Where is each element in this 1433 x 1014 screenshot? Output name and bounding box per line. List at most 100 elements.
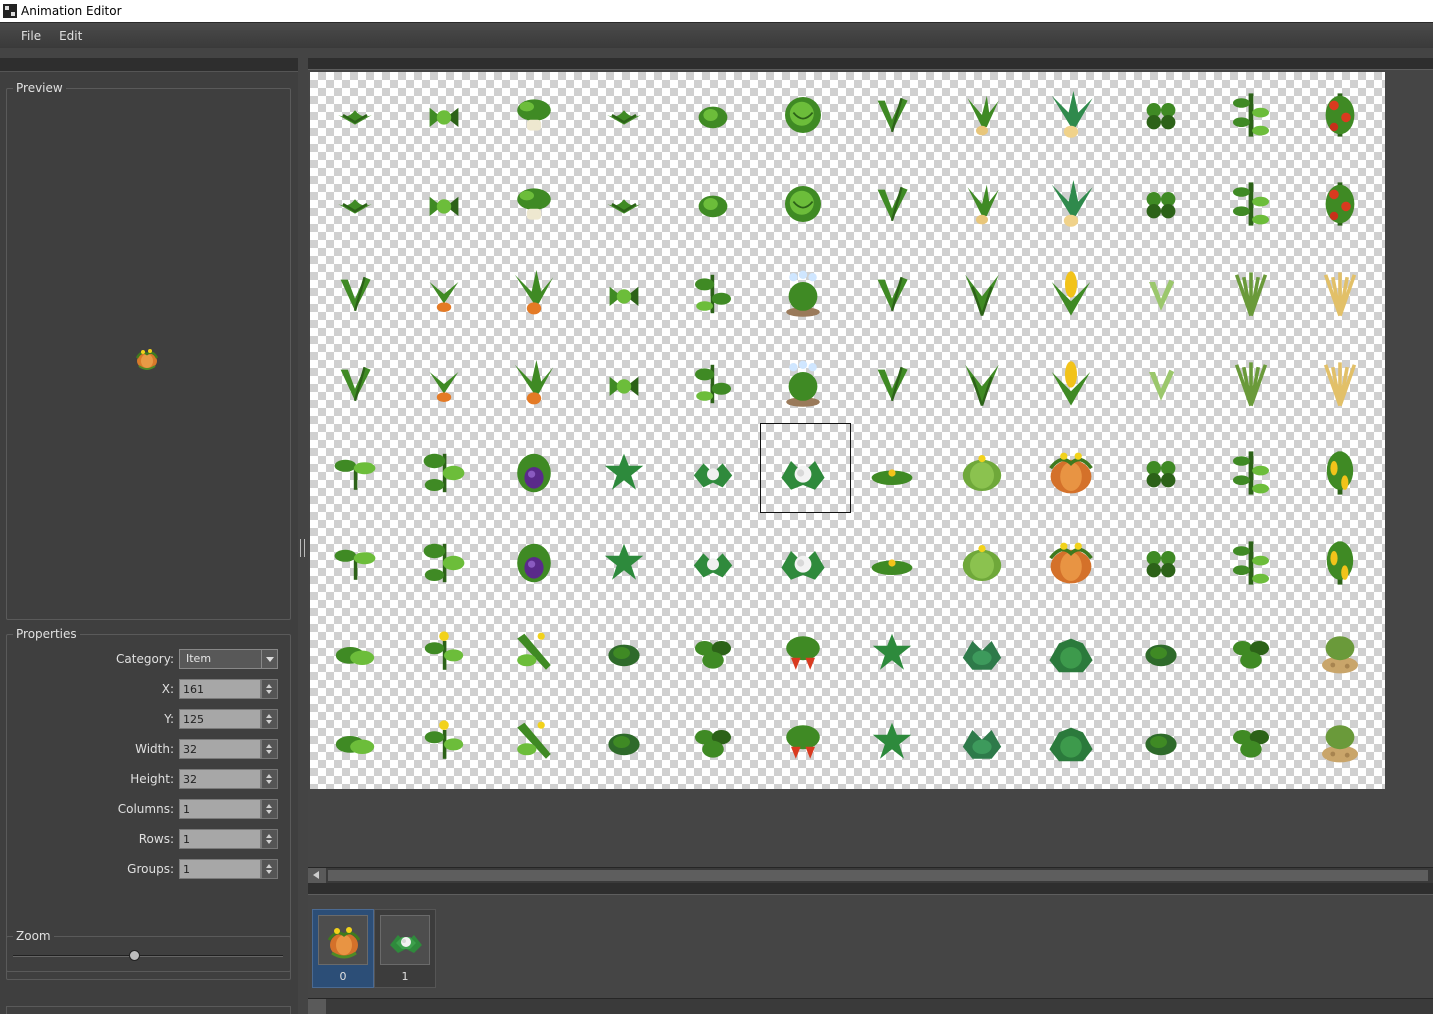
scrollbar-thumb[interactable] [328, 870, 1428, 881]
cauliflower-small-sprite-icon[interactable] [689, 449, 737, 497]
wheat-sprite-icon[interactable] [1316, 270, 1364, 318]
pumpkin-sprite-icon[interactable] [1047, 449, 1095, 497]
zoom-slider-handle[interactable] [129, 950, 140, 961]
frames-scrollbar[interactable] [308, 998, 1433, 1014]
flat-flower-sprite-icon[interactable] [868, 539, 916, 587]
width-input[interactable] [179, 739, 261, 759]
flower-plant-sprite-icon[interactable] [420, 629, 468, 677]
potato-sprite-icon[interactable] [1316, 718, 1364, 766]
seedling-sprite-icon[interactable] [331, 539, 379, 587]
spin-down-icon[interactable] [266, 870, 272, 874]
spin-up-icon[interactable] [266, 774, 272, 778]
spin-up-icon[interactable] [266, 684, 272, 688]
v-sprout-sprite-icon[interactable] [868, 91, 916, 139]
spin-down-icon[interactable] [266, 780, 272, 784]
splitter-grip-icon[interactable] [300, 539, 305, 557]
wheat-sprite-icon[interactable] [1316, 360, 1364, 408]
width-spinner[interactable] [261, 739, 278, 759]
corn-sprite-icon[interactable] [1047, 270, 1095, 318]
bush-small-sprite-icon[interactable] [600, 718, 648, 766]
frame-item-1[interactable]: 1 [374, 909, 436, 988]
pepper-sprite-icon[interactable] [1316, 539, 1364, 587]
v-sprout-pale-sprite-icon[interactable] [1137, 270, 1185, 318]
lettuce-sprite-icon[interactable] [958, 629, 1006, 677]
melon-sprite-icon[interactable] [958, 539, 1006, 587]
leafy-sprite-icon[interactable] [600, 270, 648, 318]
spin-down-icon[interactable] [266, 840, 272, 844]
clover-sprite-icon[interactable] [1137, 180, 1185, 228]
strawberry-sprite-icon[interactable] [779, 629, 827, 677]
groups-input[interactable] [179, 859, 261, 879]
spin-down-icon[interactable] [266, 720, 272, 724]
cabbage-small-sprite-icon[interactable] [689, 180, 737, 228]
spin-down-icon[interactable] [266, 810, 272, 814]
potplant-sprite-icon[interactable] [510, 91, 558, 139]
wheat-green-sprite-icon[interactable] [1227, 360, 1275, 408]
selection-rectangle[interactable] [760, 423, 851, 513]
bush-small-sprite-icon[interactable] [1137, 629, 1185, 677]
spin-up-icon[interactable] [266, 744, 272, 748]
sprout-sprite-icon[interactable] [600, 180, 648, 228]
bush-leaves-sprite-icon[interactable] [1227, 629, 1275, 677]
carrot-leaves-sprite-icon[interactable] [958, 180, 1006, 228]
columns-input[interactable] [179, 799, 261, 819]
cabbage-dark-sprite-icon[interactable] [1047, 718, 1095, 766]
carrot-small-sprite-icon[interactable] [420, 270, 468, 318]
bush-leaves-sprite-icon[interactable] [689, 718, 737, 766]
spin-up-icon[interactable] [266, 834, 272, 838]
rows-spinner[interactable] [261, 829, 278, 849]
vine-sprite-icon[interactable] [1227, 539, 1275, 587]
frame-item-0[interactable]: 0 [312, 909, 374, 988]
height-spinner[interactable] [261, 769, 278, 789]
flowering-bush-sprite-icon[interactable] [779, 270, 827, 318]
vine-leaves-sprite-icon[interactable] [689, 270, 737, 318]
leafy-sprite-icon[interactable] [600, 360, 648, 408]
bean-plant-sprite-icon[interactable] [420, 539, 468, 587]
columns-spinner[interactable] [261, 799, 278, 819]
eggplant-sprite-icon[interactable] [510, 539, 558, 587]
pepper-sprite-icon[interactable] [1316, 449, 1364, 497]
vine-sprite-icon[interactable] [1227, 91, 1275, 139]
sprite-sheet[interactable] [310, 72, 1385, 789]
corn-sprite-icon[interactable] [1047, 360, 1095, 408]
bush-small-sprite-icon[interactable] [600, 629, 648, 677]
chevron-down-icon[interactable] [261, 650, 277, 668]
vine-sprite-icon[interactable] [1227, 180, 1275, 228]
clover-sprite-icon[interactable] [1137, 91, 1185, 139]
vine-leaves-sprite-icon[interactable] [689, 360, 737, 408]
seedling-sprite-icon[interactable] [331, 449, 379, 497]
cucumber-sprite-icon[interactable] [510, 629, 558, 677]
cabbage-small-sprite-icon[interactable] [689, 91, 737, 139]
v-sprout-sprite-icon[interactable] [331, 360, 379, 408]
carrot-mid-sprite-icon[interactable] [510, 359, 558, 408]
canvas-horizontal-scrollbar[interactable] [308, 867, 1433, 883]
menu-file[interactable]: File [12, 29, 50, 43]
bush-small-sprite-icon[interactable] [1137, 718, 1185, 766]
y-spinner[interactable] [261, 709, 278, 729]
spin-down-icon[interactable] [266, 690, 272, 694]
groups-spinner[interactable] [261, 859, 278, 879]
v-sprout-sprite-icon[interactable] [331, 270, 379, 318]
corn-leaves-sprite-icon[interactable] [958, 270, 1006, 318]
scroll-left-icon[interactable] [308, 999, 326, 1014]
spin-up-icon[interactable] [266, 864, 272, 868]
rows-input[interactable] [179, 829, 261, 849]
leaf-pile-sprite-icon[interactable] [331, 629, 379, 677]
carrot-big-sprite-icon[interactable] [1047, 90, 1095, 139]
v-sprout-sprite-icon[interactable] [868, 270, 916, 318]
flowering-bush-sprite-icon[interactable] [779, 360, 827, 408]
star-leaf-sprite-icon[interactable] [600, 449, 648, 497]
leaf-pile-sprite-icon[interactable] [331, 718, 379, 766]
pumpkin-sprite-icon[interactable] [1047, 539, 1095, 587]
spin-up-icon[interactable] [266, 804, 272, 808]
carrot-mid-sprite-icon[interactable] [510, 270, 558, 318]
cauliflower-small-sprite-icon[interactable] [689, 539, 737, 587]
vine-sprite-icon[interactable] [1227, 449, 1275, 497]
carrot-leaves-sprite-icon[interactable] [958, 91, 1006, 139]
cucumber-sprite-icon[interactable] [510, 718, 558, 766]
menu-edit[interactable]: Edit [50, 29, 91, 43]
star-leaf-sprite-icon[interactable] [868, 718, 916, 766]
bush-leaves-sprite-icon[interactable] [1227, 718, 1275, 766]
leafy-sprite-icon[interactable] [420, 91, 468, 139]
v-sprout-sprite-icon[interactable] [868, 360, 916, 408]
